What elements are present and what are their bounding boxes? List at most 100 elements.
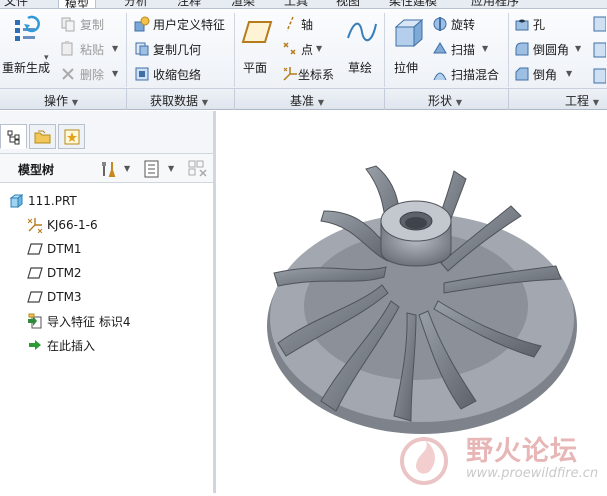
tree-item-insert-here[interactable]: 在此插入: [27, 335, 95, 355]
group-separator: [384, 13, 385, 87]
round-dropdown-caret: ▼: [575, 44, 582, 53]
group-operations[interactable]: 操作 ▼: [44, 92, 78, 109]
model-tree: 111.PRT KJ66-1-6 DTM1 DTM2 DTM3 导入特征 标识4…: [0, 184, 215, 493]
round-icon: [515, 42, 529, 56]
model-tree-title: 模型树: [18, 163, 55, 177]
tree-item-label: 在此插入: [47, 338, 96, 353]
tab-flexible-modeling[interactable]: 柔性建模: [389, 0, 437, 8]
sweep-button[interactable]: 扫描 ▼: [432, 40, 494, 58]
paste-label: 粘贴: [80, 43, 105, 57]
watermark-logo-icon: [400, 437, 448, 485]
swept-blend-label: 扫描混合: [451, 68, 500, 82]
engineering-overflow-icon[interactable]: [592, 15, 606, 85]
ribbon: 重新生成 ▾ 复制 粘贴 ▼ 删除 ▼ 用户定义特征 复制几何 收缩包络 平面 …: [0, 9, 607, 89]
user-defined-feature-button[interactable]: 用户定义特征: [134, 15, 230, 33]
group-datum[interactable]: 基准 ▼: [290, 92, 324, 109]
coordinate-system-label: 坐标系: [298, 68, 335, 82]
tree-item-dtm2[interactable]: DTM2: [27, 263, 82, 283]
tree-columns-button[interactable]: ▼: [144, 158, 180, 178]
tree-item-label: 111.PRT: [28, 194, 77, 208]
datum-plane-icon: [27, 289, 43, 305]
group-engineering[interactable]: 工程 ▼: [565, 92, 599, 109]
copy-geometry-button[interactable]: 复制几何: [134, 40, 230, 58]
tab-view[interactable]: 视图: [336, 0, 360, 8]
tab-folder-browser[interactable]: [29, 124, 56, 149]
watermark-url: www.proewildfire.cn: [466, 466, 599, 481]
udf-icon: [134, 16, 150, 32]
shrinkwrap-icon: [135, 67, 149, 81]
watermark: 野火论坛 www.proewildfire.cn: [392, 425, 607, 493]
round-button[interactable]: 倒圆角 ▼: [514, 40, 582, 58]
sweep-dropdown-caret: ▼: [482, 44, 489, 53]
extrude-button[interactable]: 拉伸: [390, 12, 426, 75]
sketch-button[interactable]: 草绘: [344, 12, 380, 75]
tab-model[interactable]: 模型: [58, 0, 97, 8]
tree-item-dtm3[interactable]: DTM3: [27, 287, 82, 307]
tree-item-part[interactable]: 111.PRT: [8, 191, 77, 211]
tree-item-csys[interactable]: KJ66-1-6: [27, 215, 98, 235]
tab-favorites[interactable]: [58, 124, 85, 149]
point-dropdown-caret: ▼: [316, 44, 323, 53]
round-label: 倒圆角: [533, 43, 570, 57]
extrude-label: 拉伸: [394, 61, 419, 75]
tab-applications[interactable]: 应用程序: [471, 0, 519, 8]
point-button[interactable]: 点 ▼: [282, 40, 332, 58]
chamfer-button[interactable]: 倒角 ▼: [514, 65, 580, 83]
group-get-data[interactable]: 获取数据 ▼: [150, 92, 208, 109]
axis-icon: [286, 16, 294, 32]
shrinkwrap-button[interactable]: 收缩包络: [134, 65, 230, 83]
coordinate-system-button[interactable]: 坐标系: [282, 65, 342, 83]
group-get-data-label: 获取数据: [150, 94, 199, 108]
group-shapes-label: 形状: [428, 94, 453, 108]
regenerate-button[interactable]: 重新生成: [2, 12, 54, 75]
plane-icon: [241, 21, 273, 43]
group-separator: [234, 89, 235, 110]
tree-settings-button[interactable]: ▼: [100, 158, 136, 178]
paste-icon: [61, 41, 73, 56]
revolve-icon: [433, 17, 447, 31]
delete-label: 删除: [80, 68, 105, 82]
tree-item-import-feature[interactable]: 导入特征 标识4: [27, 311, 130, 331]
group-shapes[interactable]: 形状 ▼: [428, 92, 462, 109]
paste-dropdown-caret: ▼: [112, 44, 119, 53]
group-separator: [126, 13, 127, 87]
sketch-label: 草绘: [348, 61, 373, 75]
hole-button[interactable]: 孔: [514, 15, 554, 33]
tree-settings-caret: ▼: [124, 164, 131, 173]
delete-button[interactable]: 删除 ▼: [60, 65, 122, 83]
group-engineering-label: 工程: [565, 94, 590, 108]
plane-button[interactable]: 平面: [238, 12, 276, 75]
chamfer-label: 倒角: [533, 68, 558, 82]
part-icon: [8, 193, 24, 209]
regenerate-dropdown-caret[interactable]: ▾: [44, 53, 49, 63]
tab-file[interactable]: 文件: [4, 0, 28, 8]
coordinate-system-icon: [283, 67, 297, 81]
sweep-label: 扫描: [451, 43, 476, 57]
swept-blend-icon: [433, 72, 447, 81]
tree-item-label: DTM1: [47, 242, 82, 256]
revolve-label: 旋转: [451, 18, 476, 32]
copy-button[interactable]: 复制: [60, 15, 120, 33]
hole-icon: [515, 19, 529, 31]
plane-label: 平面: [243, 61, 268, 75]
tab-annotate[interactable]: 注释: [177, 0, 201, 8]
tree-filter-icon[interactable]: [188, 160, 208, 178]
tree-item-dtm1[interactable]: DTM1: [27, 239, 82, 259]
insert-here-icon: [27, 337, 43, 353]
axis-button[interactable]: 轴: [282, 15, 322, 33]
folder-icon: [34, 130, 51, 144]
tab-tools[interactable]: 工具: [284, 0, 308, 8]
shrinkwrap-label: 收缩包络: [153, 68, 202, 82]
tools-icon: [102, 162, 116, 177]
user-defined-feature-label: 用户定义特征: [153, 18, 226, 32]
paste-button[interactable]: 粘贴 ▼: [60, 40, 122, 58]
delete-dropdown-caret: ▼: [112, 69, 119, 78]
tree-item-label: DTM3: [47, 290, 82, 304]
tab-model-tree[interactable]: [0, 124, 27, 149]
swept-blend-button[interactable]: 扫描混合: [432, 65, 504, 83]
chamfer-icon: [515, 67, 529, 81]
tab-analysis[interactable]: 分析: [124, 0, 148, 8]
group-separator: [508, 89, 509, 110]
tab-render[interactable]: 渲染: [231, 0, 255, 8]
revolve-button[interactable]: 旋转: [432, 15, 492, 33]
